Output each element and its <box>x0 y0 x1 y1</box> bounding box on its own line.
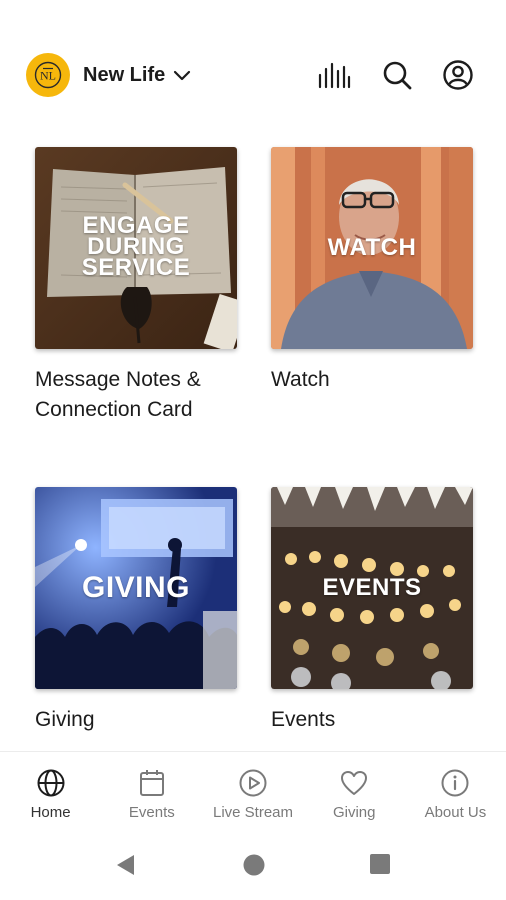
recents-icon[interactable] <box>369 853 391 880</box>
back-icon[interactable] <box>114 853 138 882</box>
chevron-down-icon <box>173 69 191 81</box>
nav-label: Home <box>30 804 71 821</box>
nav-label: Giving <box>332 804 376 821</box>
home-icon[interactable] <box>242 853 266 882</box>
system-nav-bar <box>0 831 506 900</box>
bottom-nav: Home Events Live Stream Giving About Us <box>0 751 506 831</box>
nav-item-giving[interactable]: Giving <box>304 752 405 831</box>
tile-image: EVENTS <box>271 487 473 689</box>
overlay-line: GIVING <box>81 571 190 604</box>
nav-label: Events <box>128 804 175 821</box>
org-name: New Life <box>83 63 166 86</box>
tile-image: WATCH <box>271 147 473 349</box>
nav-item-home[interactable]: Home <box>0 752 101 831</box>
tile-image: ENGAGE DURING SERVICE <box>35 147 237 349</box>
nav-label: Live Stream <box>212 804 294 821</box>
calendar-icon <box>137 768 167 798</box>
account-icon[interactable] <box>441 58 475 92</box>
tile-events[interactable]: EVENTS Events <box>271 487 473 735</box>
app-screen: NL New Life ENGAGE DURING SERVICE Messag… <box>0 0 506 900</box>
info-icon <box>440 768 470 798</box>
play-circle-icon <box>238 768 268 798</box>
tile-title: Events <box>271 708 336 731</box>
search-icon[interactable] <box>380 58 414 92</box>
header: NL New Life <box>0 40 506 110</box>
org-logo: NL <box>26 53 70 97</box>
nav-item-about-us[interactable]: About Us <box>405 752 506 831</box>
tile-giving[interactable]: GIVING Giving <box>35 487 237 735</box>
overlay-line: SERVICE <box>81 253 191 281</box>
audio-bars-icon[interactable] <box>317 58 351 92</box>
tile-overlay-text: WATCH <box>271 147 473 349</box>
tile-image: GIVING <box>35 487 237 689</box>
tile-overlay-text: GIVING <box>35 487 237 689</box>
tile-message-notes[interactable]: ENGAGE DURING SERVICE Message Notes & Co… <box>35 147 237 425</box>
nav-item-events[interactable]: Events <box>101 752 202 831</box>
tile-overlay-text: ENGAGE DURING SERVICE <box>35 147 237 349</box>
tile-title: Message Notes & Connection Card <box>35 368 201 421</box>
nl-logo-icon: NL <box>34 61 62 89</box>
svg-text:NL: NL <box>40 69 56 83</box>
tile-title: Giving <box>35 708 95 731</box>
tile-watch[interactable]: WATCH Watch <box>271 147 473 395</box>
tile-title: Watch <box>271 368 330 391</box>
nav-item-live-stream[interactable]: Live Stream <box>202 752 303 831</box>
heart-icon <box>339 768 369 798</box>
overlay-line: EVENTS <box>322 574 422 601</box>
tile-overlay-text: EVENTS <box>271 487 473 689</box>
globe-icon <box>36 768 66 798</box>
overlay-line: WATCH <box>327 234 417 261</box>
nav-label: About Us <box>424 804 487 821</box>
org-switcher[interactable]: NL New Life <box>26 52 191 98</box>
